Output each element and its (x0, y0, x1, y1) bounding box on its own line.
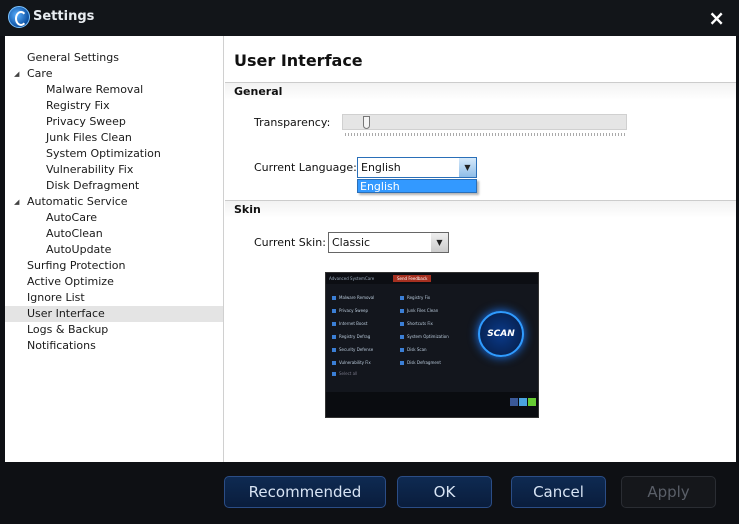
preview-item: Junk Files Clean (400, 308, 438, 313)
sidebar-item-label: User Interface (27, 307, 105, 320)
preview-item: Registry Fix (400, 295, 430, 300)
language-option-english[interactable]: English (357, 179, 477, 193)
sidebar-item[interactable]: System Optimization (46, 146, 161, 162)
skin-label: Current Skin: (254, 236, 326, 249)
preview-item: Privacy Sweep (332, 308, 368, 313)
settings-tree: General Settings ◢ Care Malware Removal Regi… (5, 36, 224, 462)
sidebar-item[interactable]: AutoCare (46, 210, 97, 226)
preview-item: Shortcuts Fix (400, 321, 433, 326)
sidebar-item[interactable]: Registry Fix (46, 98, 110, 114)
chevron-down-icon[interactable]: ▼ (459, 158, 476, 177)
window-title: Settings (33, 9, 95, 24)
sidebar-item[interactable]: AutoUpdate (46, 242, 111, 258)
cancel-button[interactable]: Cancel (511, 476, 606, 508)
sidebar-item[interactable]: Ignore List (27, 290, 85, 306)
preview-item: Internet Boost (332, 321, 367, 326)
sidebar-item-label: Junk Files Clean (46, 131, 132, 144)
sidebar-item[interactable]: Vulnerability Fix (46, 162, 133, 178)
sidebar-item-label: General Settings (27, 51, 119, 64)
expand-triangle-icon[interactable]: ◢ (14, 194, 19, 210)
user-interface-panel: User Interface General Transparency: Cur… (225, 36, 736, 462)
sidebar-item-label: Care (27, 67, 53, 80)
skin-value: Classic (332, 236, 371, 249)
transparency-slider[interactable] (342, 114, 627, 130)
sidebar-item[interactable]: Privacy Sweep (46, 114, 126, 130)
sidebar-item[interactable]: ◢ Automatic Service (14, 194, 128, 210)
settings-content: General Settings ◢ Care Malware Removal Regi… (5, 36, 736, 462)
sidebar-item-label: Malware Removal (46, 83, 144, 96)
sidebar-item-label: Registry Fix (46, 99, 110, 112)
sidebar-item-label: Disk Defragment (46, 179, 140, 192)
sidebar-item-label: Automatic Service (27, 195, 128, 208)
preview-select-all: Select all (332, 371, 357, 376)
page-title: User Interface (234, 51, 363, 70)
title-bar: Settings × (0, 0, 739, 36)
apply-button[interactable]: Apply (621, 476, 716, 508)
sidebar-item[interactable]: Junk Files Clean (46, 130, 132, 146)
language-label: Current Language: (254, 161, 357, 174)
sidebar-item[interactable]: Logs & Backup (27, 322, 108, 338)
sidebar-item[interactable]: AutoClean (46, 226, 103, 242)
sidebar-item[interactable]: ◢ Care (14, 66, 53, 82)
preview-app-name: Advanced SystemCare (329, 276, 375, 281)
sidebar-item[interactable]: General Settings (27, 50, 119, 66)
sidebar-item[interactable]: Malware Removal (46, 82, 143, 98)
preview-titlebar: Advanced SystemCare Send Feedback (326, 273, 538, 284)
preview-item: Malware Removal (332, 295, 374, 300)
sidebar-item-label: Surfing Protection (27, 259, 126, 272)
sidebar-item-label: AutoUpdate (46, 243, 112, 256)
sidebar-item[interactable]: Notifications (27, 338, 96, 354)
language-select[interactable]: English ▼ (357, 157, 477, 178)
sidebar-item[interactable]: Surfing Protection (27, 258, 126, 274)
sidebar-item-label: Vulnerability Fix (46, 163, 134, 176)
preview-item: Security Defense (332, 347, 373, 352)
recommended-button[interactable]: Recommended (224, 476, 386, 508)
chevron-down-icon[interactable]: ▼ (431, 233, 448, 252)
preview-item: Disk Defragment (400, 360, 441, 365)
preview-item: Registry Defrag (332, 334, 370, 339)
slider-ticks (345, 133, 625, 136)
skin-preview-image: Advanced SystemCare Send Feedback SCAN S… (325, 272, 539, 418)
sidebar-item-label: Ignore List (27, 291, 85, 304)
preview-bottom-bar (326, 392, 538, 417)
sidebar-item-label: Notifications (27, 339, 96, 352)
preview-item: Vulnerability Fix (332, 360, 371, 365)
sidebar-item-label: AutoClean (46, 227, 103, 240)
skin-select[interactable]: Classic ▼ (328, 232, 449, 253)
preview-item: System Optimization (400, 334, 449, 339)
preview-item: Disk Scan (400, 347, 427, 352)
sidebar-item-label: Logs & Backup (27, 323, 109, 336)
twitter-icon (519, 398, 527, 406)
facebook-icon (510, 398, 518, 406)
expand-triangle-icon[interactable]: ◢ (14, 66, 19, 82)
sidebar-item[interactable]: User Interface (5, 306, 223, 322)
sidebar-item-label: System Optimization (46, 147, 161, 160)
ok-button[interactable]: OK (397, 476, 492, 508)
sidebar-item[interactable]: Disk Defragment (46, 178, 139, 194)
sidebar-item[interactable]: Active Optimize (27, 274, 114, 290)
sidebar-item-label: Active Optimize (27, 275, 114, 288)
preview-feedback: Send Feedback (393, 275, 432, 282)
preview-scan-button: SCAN (478, 311, 524, 357)
slider-thumb[interactable] (362, 116, 370, 129)
close-button[interactable]: × (708, 6, 725, 30)
sidebar-item-label: Privacy Sweep (46, 115, 126, 128)
download-icon (528, 398, 536, 406)
language-value: English (361, 161, 401, 174)
app-logo-icon (8, 6, 30, 28)
transparency-label: Transparency: (254, 116, 331, 129)
skin-section-header: Skin (225, 200, 736, 218)
general-section-header: General (225, 82, 736, 100)
sidebar-item-label: AutoCare (46, 211, 98, 224)
